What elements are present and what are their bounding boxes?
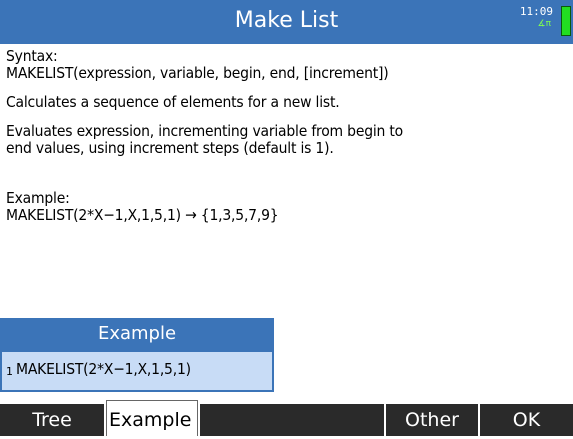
angle-mode-indicator: ∡π bbox=[537, 19, 552, 29]
example-text: MAKELIST(2*X−1,X,1,5,1) → {1,3,5,7,9} bbox=[6, 206, 279, 224]
softkey-bar: Tree Example Other OK bbox=[0, 400, 573, 436]
example-item[interactable]: 1 MAKELIST(2*X−1,X,1,5,1) bbox=[0, 350, 274, 392]
other-button[interactable]: Other bbox=[386, 404, 478, 436]
title-bar: Make List 11:09 ∡π bbox=[0, 0, 573, 44]
syntax-label: Syntax: bbox=[6, 47, 58, 65]
syntax-text: MAKELIST(expression, variable, begin, en… bbox=[6, 64, 389, 82]
example-item-text: MAKELIST(2*X−1,X,1,5,1) bbox=[16, 360, 191, 378]
help-content: Syntax: MAKELIST(expression, variable, b… bbox=[6, 48, 569, 224]
example-label: Example: bbox=[6, 189, 70, 207]
battery-icon bbox=[561, 6, 571, 36]
example-item-number: 1 bbox=[6, 365, 13, 378]
details-line-2: end values, using increment steps (defau… bbox=[6, 139, 334, 157]
example-button[interactable]: Example bbox=[106, 400, 198, 436]
example-panel-header: Example bbox=[0, 318, 274, 350]
details-line-1: Evaluates expression, incrementing varia… bbox=[6, 122, 403, 140]
clock: 11:09 bbox=[519, 5, 553, 18]
example-panel: Example 1 MAKELIST(2*X−1,X,1,5,1) bbox=[0, 318, 274, 392]
description-text: Calculates a sequence of elements for a … bbox=[6, 93, 340, 111]
ok-button[interactable]: OK bbox=[480, 404, 573, 436]
blank-softkey[interactable] bbox=[200, 404, 384, 436]
tree-button[interactable]: Tree bbox=[0, 404, 104, 436]
page-title: Make List bbox=[234, 8, 339, 33]
